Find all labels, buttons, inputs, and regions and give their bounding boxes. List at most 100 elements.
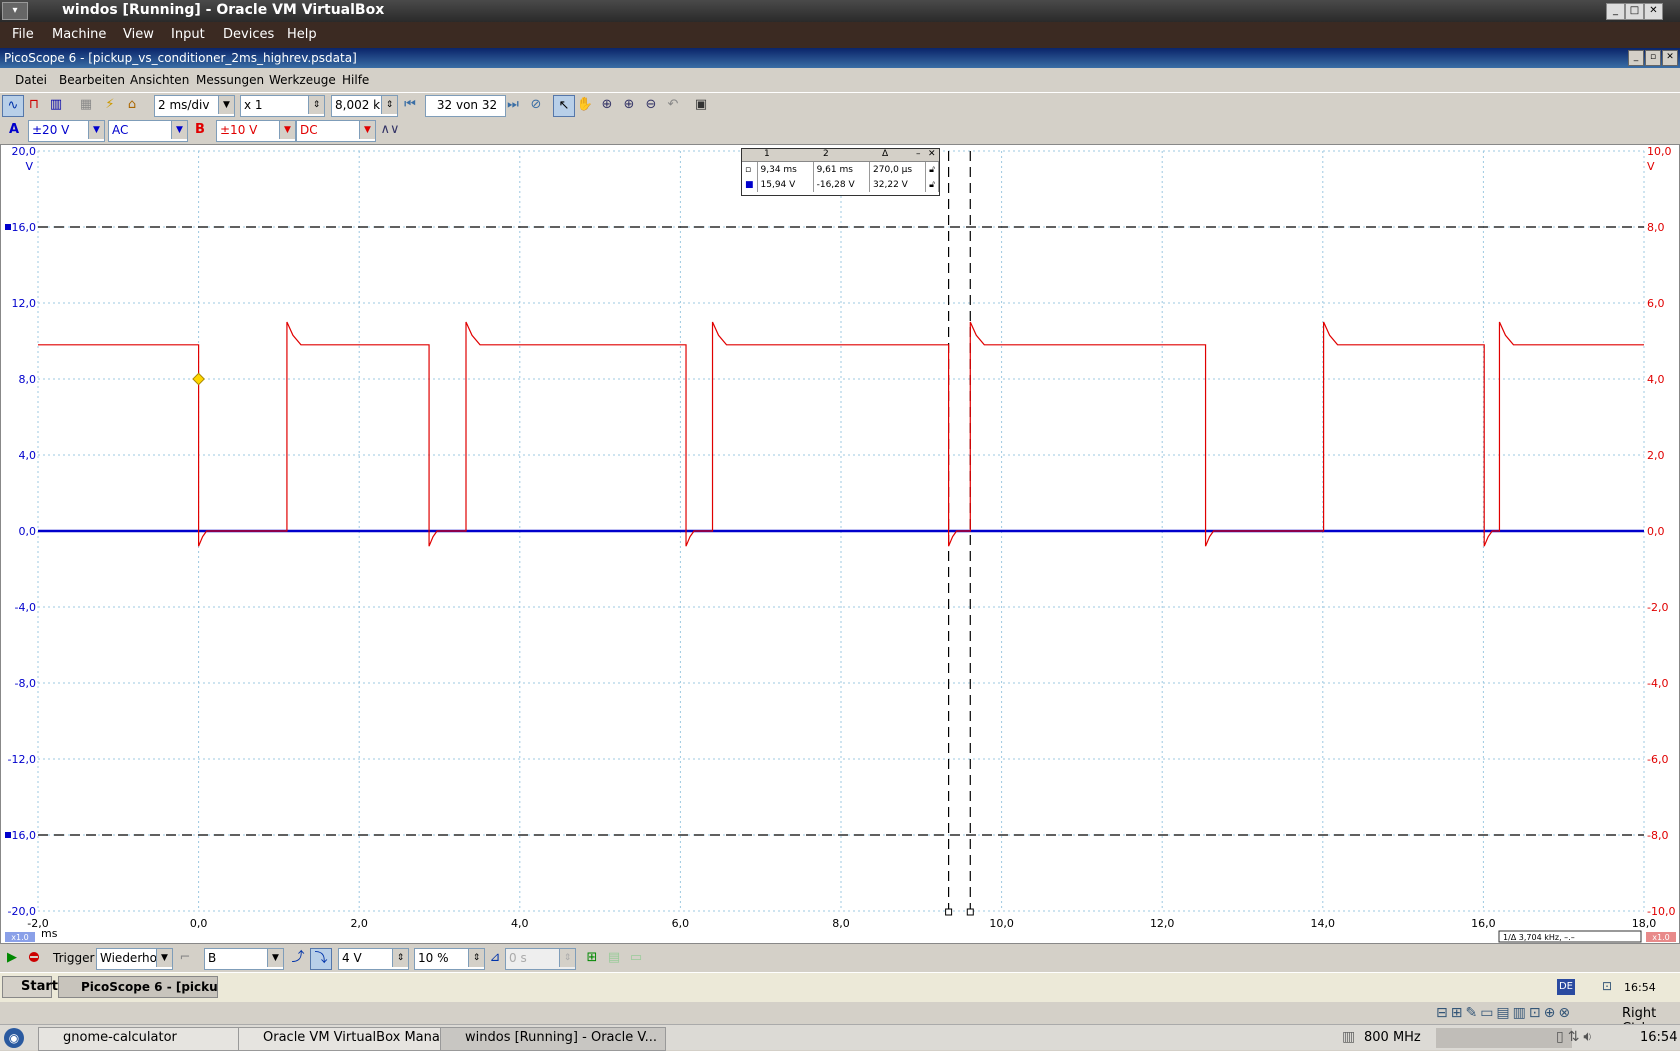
start-icon[interactable]: ▶ bbox=[2, 948, 22, 968]
pretrigger-input[interactable]: 10 % ⇕ bbox=[414, 948, 485, 970]
menu-file[interactable]: File bbox=[12, 27, 34, 42]
samples-input[interactable]: 8,002 k ⇕ bbox=[331, 95, 398, 117]
taskbar-item-windos[interactable]: windos [Running] - Oracle V... bbox=[440, 1027, 666, 1051]
chevron-down-icon[interactable]: ▼ bbox=[279, 121, 295, 139]
collapse-icon[interactable]: – bbox=[916, 149, 921, 159]
menu-messungen[interactable]: Messungen bbox=[196, 73, 264, 87]
task-label: PicoScope 6 - [pickup... bbox=[81, 980, 218, 994]
timebase-select[interactable]: 2 ms/div ▼ bbox=[154, 95, 235, 117]
auto-setup-icon[interactable]: ⚡ bbox=[100, 95, 120, 115]
menu-input[interactable]: Input bbox=[171, 27, 205, 42]
measurement-table: 1 2 Δ – ✕ ▫ 9,34 ms 9,61 ms 270,0 µs 🔓︎ … bbox=[741, 148, 940, 196]
next-buffer-icon[interactable]: ⏭ bbox=[503, 95, 523, 115]
left-tick-label: -16,0 bbox=[8, 829, 36, 842]
picoscope-menubar: Datei Bearbeiten Ansichten Messungen Wer… bbox=[0, 70, 1680, 90]
lock-icon[interactable]: 🔓︎ bbox=[925, 177, 939, 192]
debian-menu-icon[interactable]: ◉ bbox=[4, 1028, 24, 1048]
workspace-switcher[interactable] bbox=[1436, 1028, 1572, 1048]
picoscope-task-button[interactable]: PicoScope 6 - [pickup... bbox=[58, 976, 218, 998]
menu-hilfe[interactable]: Hilfe bbox=[342, 73, 369, 87]
stop-icon[interactable]: ⛔︎ bbox=[24, 948, 44, 968]
spin-icon[interactable]: ⇕ bbox=[308, 96, 324, 114]
spin-icon[interactable]: ⇕ bbox=[392, 949, 408, 967]
buffer-navigator[interactable]: 32 von 32 bbox=[425, 95, 506, 117]
channel-b-label[interactable]: B bbox=[190, 120, 210, 140]
table-cell: 270,0 µs bbox=[869, 162, 927, 177]
spin-icon[interactable]: ⇕ bbox=[381, 96, 397, 114]
trigger-source-select[interactable]: B ▼ bbox=[204, 948, 284, 970]
channel-a-label[interactable]: A bbox=[4, 120, 24, 140]
chevron-down-icon[interactable]: ▼ bbox=[171, 121, 187, 139]
menu-werkzeuge[interactable]: Werkzeuge bbox=[269, 73, 336, 87]
edit-measurement-icon[interactable]: ▤ bbox=[604, 948, 624, 968]
zoom-in-icon[interactable]: ⊕ bbox=[619, 95, 639, 115]
menu-bearbeiten[interactable]: Bearbeiten bbox=[59, 73, 125, 87]
language-indicator[interactable]: DE bbox=[1557, 979, 1575, 995]
window-menu-icon[interactable]: ▾ bbox=[2, 2, 28, 20]
channel-a-coupling[interactable]: AC ▼ bbox=[108, 120, 188, 142]
spin-icon[interactable]: ⇕ bbox=[468, 949, 484, 967]
menu-datei[interactable]: Datei bbox=[15, 73, 47, 87]
ps-restore-button[interactable]: ▫ bbox=[1645, 50, 1661, 66]
zoom-out-icon[interactable]: ⊖ bbox=[641, 95, 661, 115]
channels-icon[interactable]: ▦ bbox=[76, 95, 96, 115]
trigger-mode-select[interactable]: Wiederhole ▼ bbox=[96, 948, 173, 970]
spectrum-mode-icon[interactable]: ▥ bbox=[46, 95, 66, 115]
chevron-down-icon[interactable]: ▼ bbox=[156, 949, 172, 967]
scope-view[interactable]: -2,0 0,0 2,0 4,0 6,0 8,0 10,0 12,0 14,0 16,0 18,0 2… bbox=[0, 144, 1680, 944]
hand-tool-icon[interactable]: ✋ bbox=[575, 95, 595, 115]
zoom-tool-icon[interactable]: ⊕ bbox=[597, 95, 617, 115]
post-trigger-icon[interactable]: ⊿ bbox=[485, 948, 505, 968]
start-label: Start bbox=[21, 979, 58, 994]
zoom-overview-icon[interactable]: ▣ bbox=[691, 95, 711, 115]
menu-devices[interactable]: Devices bbox=[223, 27, 274, 42]
lock-icon[interactable]: 🔓︎ bbox=[925, 162, 939, 177]
rising-edge-icon[interactable]: ⤴ bbox=[288, 948, 308, 968]
select-cursor-icon[interactable]: ↖ bbox=[553, 95, 575, 117]
menu-ansichten[interactable]: Ansichten bbox=[130, 73, 189, 87]
device-status-icons[interactable]: ⊟⊞✎▭▤▥⊡⊕⊗ bbox=[1436, 1005, 1573, 1021]
zoom-input[interactable]: x 1 ⇕ bbox=[240, 95, 325, 117]
menu-machine[interactable]: Machine bbox=[52, 27, 106, 42]
delete-measurement-icon[interactable]: ▭ bbox=[626, 948, 646, 968]
add-measurement-icon[interactable]: ⊞ bbox=[582, 948, 602, 968]
scope-plot[interactable]: -2,0 0,0 2,0 4,0 6,0 8,0 10,0 12,0 14,0 16,0 18,02… bbox=[1, 145, 1679, 943]
start-button[interactable]: Start bbox=[2, 976, 58, 998]
first-buffer-icon[interactable]: ⏮ bbox=[400, 95, 420, 115]
table-row: ■ 15,94 V -16,28 V 32,22 V 🔓︎ bbox=[742, 177, 939, 192]
measurement-col-delta: Δ bbox=[882, 149, 889, 159]
menu-help[interactable]: Help bbox=[287, 27, 317, 42]
threshold-input[interactable]: 4 V ⇕ bbox=[338, 948, 409, 970]
close-icon[interactable]: ✕ bbox=[928, 149, 936, 159]
left-tick-label: -20,0 bbox=[8, 905, 36, 918]
channel-b-coupling[interactable]: DC ▼ bbox=[296, 120, 376, 142]
spin-icon[interactable]: ⇕ bbox=[559, 949, 575, 967]
advanced-trigger-icon[interactable]: ⌐ bbox=[175, 948, 195, 968]
scope-mode-icon[interactable]: ∿ bbox=[2, 95, 24, 117]
delay-input[interactable]: 0 s ⇕ bbox=[505, 948, 576, 970]
advanced-options-icon[interactable]: ∧∨ bbox=[380, 120, 400, 140]
channel-b-range[interactable]: ±10 V ▼ bbox=[216, 120, 296, 142]
chevron-down-icon[interactable]: ▼ bbox=[267, 949, 283, 967]
falling-edge-icon[interactable]: ⤵ bbox=[310, 948, 332, 970]
ps-close-button[interactable]: ✕ bbox=[1662, 50, 1678, 66]
network-icon[interactable]: ⊡ bbox=[1602, 979, 1612, 993]
close-button[interactable]: ✕ bbox=[1644, 3, 1663, 20]
chevron-down-icon[interactable]: ▼ bbox=[359, 121, 375, 139]
home-icon[interactable]: ⌂ bbox=[122, 95, 142, 115]
maximize-button[interactable]: □ bbox=[1625, 3, 1644, 20]
buffer-overview-icon[interactable]: ⊘ bbox=[526, 95, 546, 115]
persistence-mode-icon[interactable]: ⊓ bbox=[24, 95, 44, 115]
taskbar-item-calculator[interactable]: gnome-calculator bbox=[38, 1027, 264, 1051]
menu-view[interactable]: View bbox=[123, 27, 154, 42]
x-tick-label: 6,0 bbox=[672, 917, 690, 930]
table-cell: -16,28 V bbox=[813, 177, 871, 192]
chevron-down-icon[interactable]: ▼ bbox=[88, 121, 104, 139]
undo-zoom-icon[interactable]: ↶ bbox=[663, 95, 683, 115]
tray-icons[interactable]: ▯⇅🔉︎ bbox=[1556, 1029, 1596, 1045]
taskbar-item-vbox-manager[interactable]: Oracle VM VirtualBox Manag... bbox=[238, 1027, 464, 1051]
channel-a-range[interactable]: ±20 V ▼ bbox=[28, 120, 105, 142]
chevron-down-icon[interactable]: ▼ bbox=[218, 96, 234, 114]
ps-minimize-button[interactable]: _ bbox=[1628, 50, 1644, 66]
minimize-button[interactable]: _ bbox=[1606, 3, 1625, 20]
